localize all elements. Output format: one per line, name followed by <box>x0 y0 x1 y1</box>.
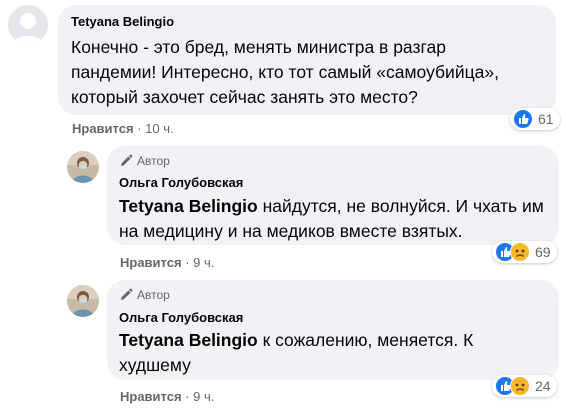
reply-actions: Нравится · 9 ч. <box>120 389 214 404</box>
author-badge-label: Автор <box>137 154 170 168</box>
sad-icon <box>510 242 530 262</box>
like-button[interactable]: Нравится <box>120 389 182 404</box>
comment-text: Конечно - это бред, менять министра в ра… <box>71 37 499 107</box>
separator: · <box>137 121 142 136</box>
author-badge: Автор <box>119 154 170 168</box>
reaction-summary[interactable]: 69 <box>492 241 557 263</box>
like-button[interactable]: Нравится <box>120 255 182 270</box>
comment-actions: Нравится · 10 ч. <box>72 121 174 136</box>
author-badge-label: Автор <box>137 288 170 302</box>
sad-icon <box>510 376 530 396</box>
reaction-summary[interactable]: 24 <box>492 375 557 397</box>
reply-bubble: Автор Ольга Голубовская Tetyana Belingio… <box>107 280 559 380</box>
reply-text: Tetyana Belingio к сожалению, меняется. … <box>119 328 519 378</box>
reply-actions: Нравится · 9 ч. <box>120 255 214 270</box>
reaction-summary[interactable]: 61 <box>510 108 560 130</box>
default-avatar-icon <box>12 13 44 45</box>
user-photo-icon <box>67 285 99 317</box>
user-photo-icon <box>67 151 99 183</box>
reaction-count: 24 <box>535 378 551 394</box>
timestamp[interactable]: 9 ч. <box>193 255 214 270</box>
reply-avatar[interactable] <box>67 285 99 317</box>
reply-author[interactable]: Ольга Голубовская <box>119 310 243 325</box>
separator: · <box>185 389 190 404</box>
author-badge: Автор <box>119 288 170 302</box>
comment-author[interactable]: Tetyana Belingio <box>71 14 174 29</box>
avatar[interactable] <box>8 5 48 45</box>
reply-avatar[interactable] <box>67 151 99 183</box>
mention-link[interactable]: Tetyana Belingio <box>119 330 258 350</box>
pencil-icon <box>121 154 133 166</box>
reply-text: Tetyana Belingio найдутся, не волнуйся. … <box>119 194 547 244</box>
reply-author[interactable]: Ольга Голубовская <box>119 175 243 190</box>
timestamp[interactable]: 10 ч. <box>145 121 173 136</box>
like-button[interactable]: Нравится <box>72 121 134 136</box>
pencil-icon <box>121 288 133 300</box>
like-icon <box>513 109 533 129</box>
comment-bubble: Tetyana Belingio Конечно - это бред, мен… <box>58 5 556 115</box>
reaction-count: 61 <box>538 111 554 127</box>
reaction-count: 69 <box>535 244 551 260</box>
timestamp[interactable]: 9 ч. <box>193 389 214 404</box>
separator: · <box>185 255 190 270</box>
reply-bubble: Автор Ольга Голубовская Tetyana Belingio… <box>107 146 559 245</box>
mention-link[interactable]: Tetyana Belingio <box>119 196 258 216</box>
